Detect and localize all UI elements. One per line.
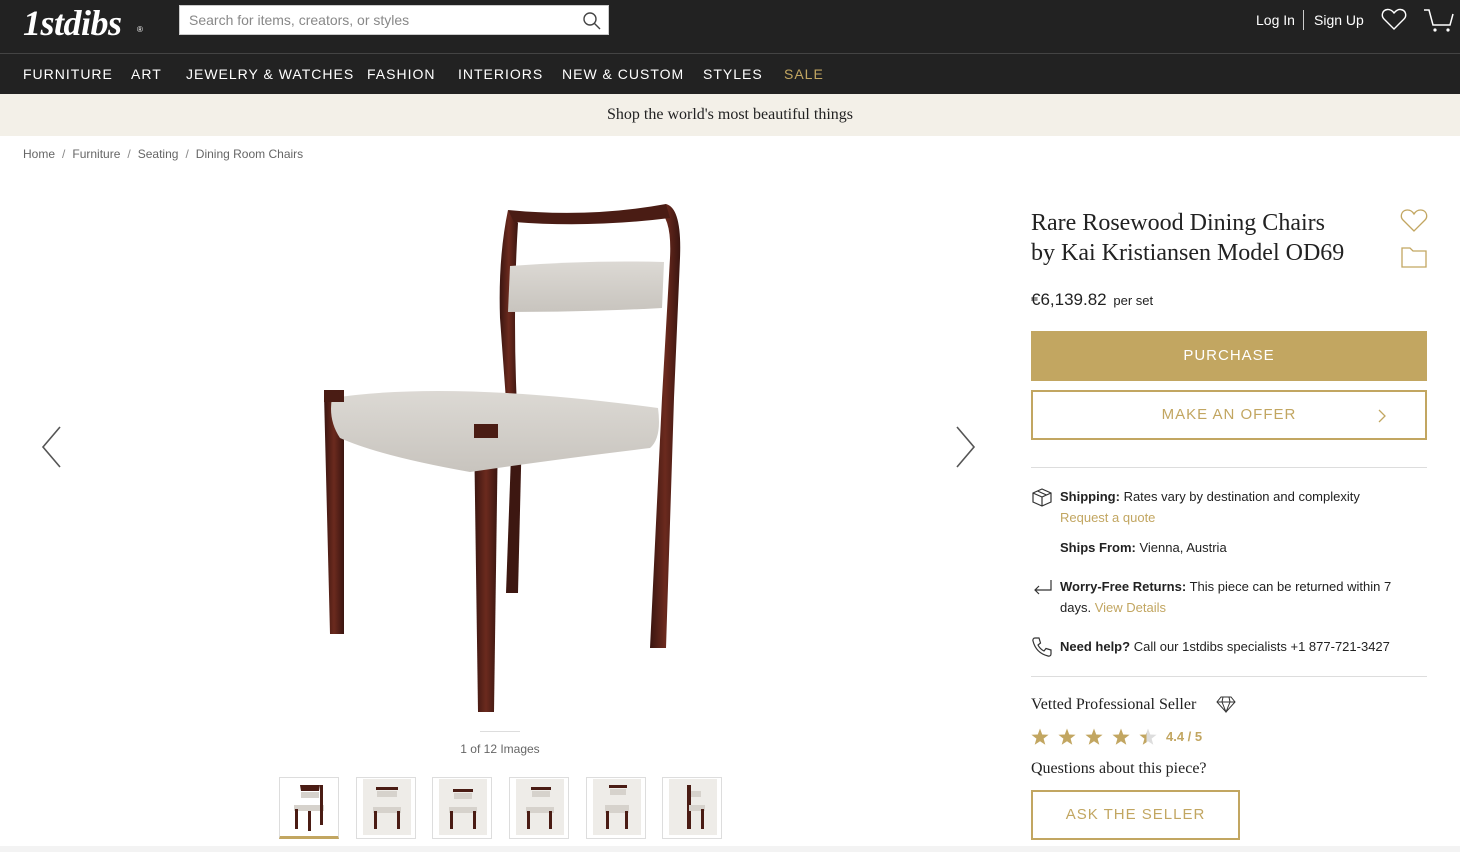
seller-badge-title: Vetted Professional Seller: [1031, 696, 1197, 713]
ask-seller-button[interactable]: ASK THE SELLER: [1031, 790, 1240, 840]
signup-link[interactable]: Sign Up: [1314, 12, 1364, 28]
top-header: 1stdibs ® Log In Sign Up FURNITURE ART J…: [0, 0, 1460, 94]
price-unit: per set: [1113, 293, 1154, 308]
product-title-line: by Kai Kristiansen Model OD69: [1031, 240, 1345, 266]
nav-item-sale[interactable]: SALE: [784, 66, 824, 82]
ships-from-info: Ships From: Vienna, Austria: [1060, 537, 1227, 558]
help-label: Need help?: [1060, 639, 1131, 654]
make-offer-button[interactable]: MAKE AN OFFER: [1031, 390, 1427, 440]
nav-item-styles[interactable]: STYLES: [703, 66, 763, 82]
thumbnail[interactable]: [356, 777, 416, 839]
view-details-link[interactable]: View Details: [1095, 600, 1166, 615]
thumbnail[interactable]: [586, 777, 646, 839]
returns-info-continued: days. View Details: [1060, 597, 1166, 618]
previous-image-arrow-icon[interactable]: [40, 425, 64, 469]
seller-rating-text: 4.4 / 5: [1166, 729, 1203, 744]
breadcrumb-furniture[interactable]: Furniture: [72, 147, 120, 161]
shipping-box-icon: [1032, 488, 1052, 507]
returns-text: This piece can be returned within 7: [1189, 579, 1392, 594]
thumbnail[interactable]: [662, 777, 722, 839]
shipping-text: Rates vary by destination and complexity: [1123, 489, 1360, 504]
product-title-line: Rare Rosewood Dining Chairs: [1031, 210, 1325, 236]
nav-item-interiors[interactable]: INTERIORS: [458, 66, 543, 82]
product-title: Rare Rosewood Dining Chairs by Kai Krist…: [1031, 208, 1381, 268]
request-quote-link[interactable]: Request a quote: [1060, 507, 1155, 528]
ships-from-label: Ships From:: [1060, 540, 1136, 555]
returns-label: Worry-Free Returns:: [1060, 579, 1187, 594]
section-divider: [1031, 467, 1427, 468]
shipping-label: Shipping:: [1060, 489, 1120, 504]
ships-from-text: Vienna, Austria: [1139, 540, 1227, 555]
nav-item-fashion[interactable]: FASHION: [367, 66, 435, 82]
thumbnail[interactable]: [279, 777, 339, 839]
questions-heading: Questions about this piece?: [1031, 760, 1207, 777]
promo-banner: Shop the world's most beautiful things: [0, 94, 1460, 136]
thumbnail[interactable]: [432, 777, 492, 839]
nav-item-furniture[interactable]: FURNITURE: [23, 66, 113, 82]
breadcrumb-seating[interactable]: Seating: [138, 147, 179, 161]
add-to-folder-icon[interactable]: [1400, 245, 1428, 269]
shipping-info: Shipping: Rates vary by destination and …: [1060, 486, 1360, 507]
diamond-icon[interactable]: [1216, 695, 1236, 713]
site-logo[interactable]: 1stdibs: [23, 2, 122, 44]
seller-rating-stars: [1031, 728, 1157, 745]
header-separator: [1303, 10, 1304, 30]
section-divider: [1031, 676, 1427, 677]
rating-star-icon: [1139, 728, 1157, 745]
phone-icon: [1032, 637, 1052, 657]
login-link[interactable]: Log In: [1256, 12, 1295, 28]
favorite-heart-icon[interactable]: [1400, 207, 1428, 233]
footer-strip: [0, 846, 1460, 852]
rating-star-icon: [1058, 728, 1076, 745]
search-input[interactable]: [180, 6, 570, 34]
search-icon[interactable]: [582, 11, 602, 31]
breadcrumb: Home / Furniture / Seating / Dining Room Chair…: [23, 147, 304, 161]
rating-star-icon: [1112, 728, 1130, 745]
nav-item-jewelry-watches[interactable]: JEWELRY & WATCHES: [186, 66, 354, 82]
logo-registered-mark: ®: [137, 25, 143, 34]
make-offer-label: MAKE AN OFFER: [1161, 406, 1297, 423]
purchase-button[interactable]: PURCHASE: [1031, 331, 1427, 381]
chevron-right-icon: [1378, 409, 1386, 423]
image-counter: 1 of 12 Images: [460, 742, 540, 756]
returns-info: Worry-Free Returns: This piece can be re…: [1060, 576, 1391, 597]
breadcrumb-dining-room-chairs[interactable]: Dining Room Chairs: [196, 147, 303, 161]
gallery-divider: [480, 731, 520, 732]
rating-star-icon: [1085, 728, 1103, 745]
favorites-heart-icon[interactable]: [1381, 7, 1407, 31]
cart-icon[interactable]: [1423, 8, 1455, 34]
returns-arrow-icon: [1034, 580, 1052, 595]
search-box: [179, 5, 609, 35]
returns-text-continued: days.: [1060, 600, 1092, 615]
thumbnail[interactable]: [509, 777, 569, 839]
breadcrumb-home[interactable]: Home: [23, 147, 55, 161]
product-price: €6,139.82: [1031, 290, 1107, 309]
help-text[interactable]: Call our 1stdibs specialists +1 877-721-…: [1134, 639, 1390, 654]
rating-star-icon: [1031, 728, 1049, 745]
product-main-image[interactable]: [300, 198, 700, 718]
next-image-arrow-icon[interactable]: [953, 425, 977, 469]
main-nav: FURNITURE ART JEWELRY & WATCHES FASHION …: [0, 54, 1460, 94]
product-price-row: €6,139.82 per set: [1031, 290, 1153, 310]
nav-item-art[interactable]: ART: [131, 66, 162, 82]
help-info: Need help? Call our 1stdibs specialists …: [1060, 636, 1390, 657]
nav-item-new-custom[interactable]: NEW & CUSTOM: [562, 66, 684, 82]
